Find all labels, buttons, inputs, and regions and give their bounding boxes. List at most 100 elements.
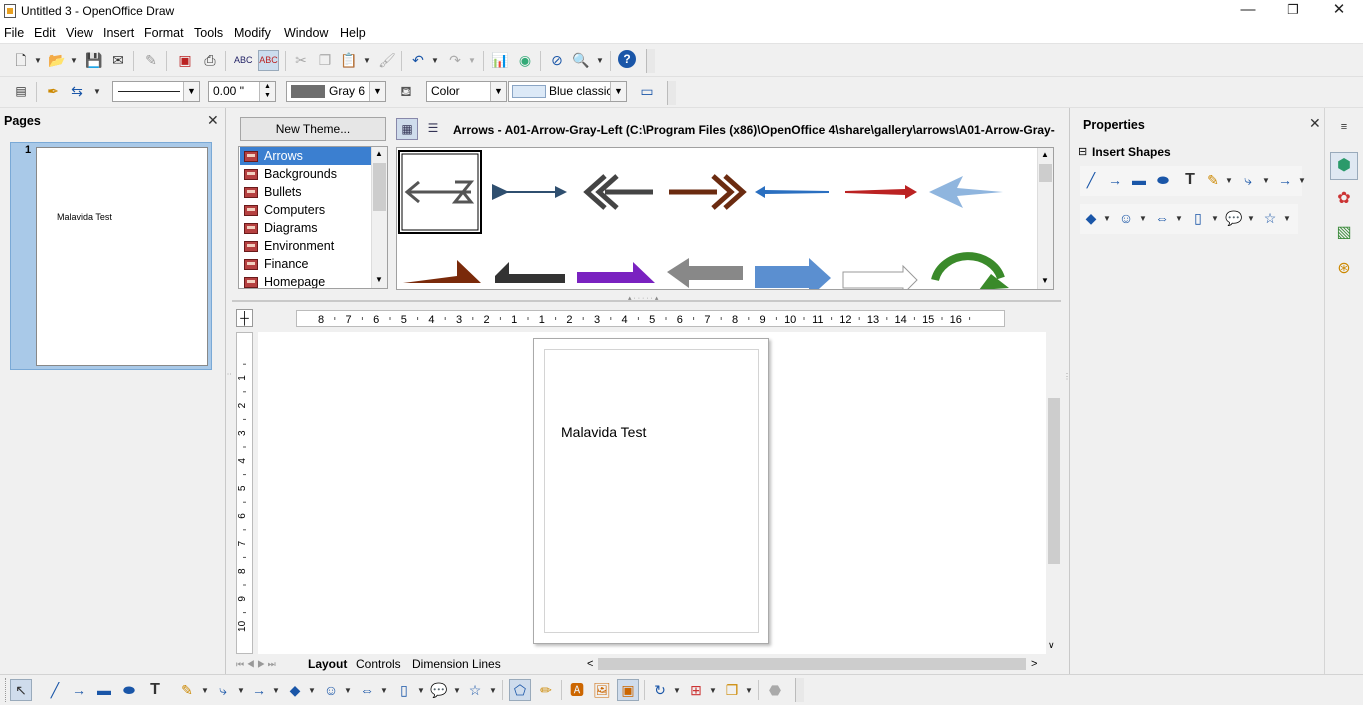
select-tool-icon[interactable]: ↖: [10, 679, 32, 701]
shadow-icon[interactable]: ▭: [638, 82, 656, 100]
new-theme-button[interactable]: New Theme...: [240, 117, 386, 141]
menu-modify[interactable]: Modify: [234, 26, 271, 40]
horizontal-ruler[interactable]: 8 7 6 5 4 3 2 1 1 2 3 4 5 6 7 8 9 10 11 12 13 14 15 16: [296, 310, 1005, 327]
vertical-ruler[interactable]: 1 2 3 4 5 6 7 8 9 10: [236, 332, 253, 654]
scroll-thumb[interactable]: [1048, 398, 1060, 564]
theme-item-homepage[interactable]: Homepage: [240, 273, 372, 288]
save-icon[interactable]: 💾: [85, 51, 103, 69]
curve-dropdown-icon[interactable]: ▼: [201, 686, 209, 695]
scroll-left-icon[interactable]: <: [587, 656, 593, 672]
arrow-style-icon[interactable]: ⇆: [68, 82, 86, 100]
tab-layout[interactable]: Layout: [308, 656, 347, 672]
tab-dimension-lines[interactable]: Dimension Lines: [412, 656, 501, 672]
rotate-dropdown-icon[interactable]: ▼: [673, 686, 681, 695]
gallery-deck-icon[interactable]: ▧: [1335, 224, 1353, 242]
print-icon[interactable]: ⎙: [201, 51, 219, 69]
toolbar-grip[interactable]: [646, 49, 655, 73]
flowchart-icon[interactable]: ▯: [1189, 209, 1207, 227]
callouts-icon[interactable]: 💬: [1225, 209, 1243, 227]
new-document-icon[interactable]: 🗋: [12, 51, 30, 69]
toolbar-grip[interactable]: [667, 81, 676, 105]
autospellcheck-icon[interactable]: ABC: [258, 50, 279, 71]
menu-format[interactable]: Format: [144, 26, 184, 40]
arrange-icon[interactable]: ❐: [723, 681, 741, 699]
close-icon[interactable]: ✕: [1309, 115, 1321, 132]
points-icon[interactable]: ⬠: [509, 679, 531, 701]
extrusion-icon[interactable]: ▣: [617, 679, 639, 701]
styles-deck-icon[interactable]: ✿: [1335, 190, 1353, 208]
zoom-icon[interactable]: 🔍: [572, 51, 590, 69]
preview-scrollbar[interactable]: ▲ ▼: [1037, 148, 1053, 289]
zoom-dropdown-icon[interactable]: ▼: [596, 56, 604, 65]
basic-shapes-icon[interactable]: ◆: [1082, 209, 1100, 227]
symbol-shapes-dropdown-icon[interactable]: ▼: [344, 686, 352, 695]
collapse-icon[interactable]: ⊟: [1078, 145, 1087, 158]
navigator-icon[interactable]: ◉: [516, 51, 534, 69]
styles-icon[interactable]: ▤: [12, 82, 30, 100]
open-dropdown-icon[interactable]: ▼: [70, 56, 78, 65]
chart-icon[interactable]: 📊: [491, 51, 509, 69]
icon-view-icon[interactable]: ▦: [396, 118, 418, 140]
extrusion-onoff-icon[interactable]: ⬣: [766, 681, 784, 699]
glue-points-icon[interactable]: ✏: [537, 681, 555, 699]
properties-deck-icon[interactable]: ⬢: [1330, 152, 1358, 180]
menu-insert[interactable]: Insert: [103, 26, 134, 40]
connector-dropdown-icon[interactable]: ▼: [237, 686, 245, 695]
spin-icon[interactable]: ▲ ▼: [259, 82, 275, 101]
align-icon[interactable]: ⊞: [687, 681, 705, 699]
ellipse-tool-icon[interactable]: ⬬: [1154, 171, 1172, 189]
block-arrows-icon[interactable]: ⇔: [358, 681, 376, 699]
area-fill-combo[interactable]: Blue classic ▼: [508, 81, 627, 102]
sidebar-menu-icon[interactable]: ≡: [1335, 118, 1353, 136]
undo-dropdown-icon[interactable]: ▼: [431, 56, 439, 65]
chevron-down-icon[interactable]: ▼: [183, 82, 199, 101]
theme-item-computers[interactable]: Computers: [240, 201, 372, 219]
curve-tool-icon[interactable]: ✎: [178, 681, 196, 699]
arrows-dropdown-icon[interactable]: ▼: [272, 686, 280, 695]
rectangle-tool-icon[interactable]: ▬: [1130, 171, 1148, 189]
flowchart-dropdown-icon[interactable]: ▼: [1211, 214, 1219, 223]
scroll-down-icon[interactable]: ∨: [1048, 640, 1055, 651]
edit-file-icon[interactable]: ✎: [142, 51, 160, 69]
block-arrows-dropdown-icon[interactable]: ▼: [1175, 214, 1183, 223]
text-tool-icon[interactable]: T: [146, 681, 164, 699]
close-icon[interactable]: ✕: [207, 112, 219, 129]
line-width-field[interactable]: 0.00 " ▲ ▼: [208, 81, 276, 102]
redo-dropdown-icon[interactable]: ▼: [468, 56, 476, 65]
help-icon[interactable]: ?: [618, 50, 636, 68]
page-thumbnail-1[interactable]: 1 Malavida Test: [10, 142, 212, 370]
drawing-canvas[interactable]: Malavida Test: [258, 332, 1046, 654]
basic-shapes-icon[interactable]: ◆: [286, 681, 304, 699]
callouts-dropdown-icon[interactable]: ▼: [453, 686, 461, 695]
symbol-shapes-icon[interactable]: ☺: [322, 681, 340, 699]
canvas-horizontal-scrollbar[interactable]: [598, 658, 1026, 670]
paste-icon[interactable]: 📋: [340, 51, 358, 69]
connector-tool-icon[interactable]: ⤷: [1239, 171, 1257, 189]
theme-item-environment[interactable]: Environment: [240, 237, 372, 255]
email-icon[interactable]: ✉: [109, 51, 127, 69]
text-box[interactable]: Malavida Test: [561, 424, 646, 440]
ellipse-tool-icon[interactable]: ⬬: [120, 681, 138, 699]
line-arrow-tool-icon[interactable]: →: [70, 681, 88, 699]
close-button[interactable]: ✕: [1316, 0, 1362, 22]
tab-controls[interactable]: Controls: [356, 656, 401, 672]
menu-edit[interactable]: Edit: [34, 26, 56, 40]
arrows-tool-icon[interactable]: →: [1276, 171, 1294, 189]
arrows-tool-icon[interactable]: →: [250, 681, 268, 699]
chevron-down-icon[interactable]: ▼: [369, 82, 385, 101]
rectangle-tool-icon[interactable]: ▬: [95, 681, 113, 699]
stars-icon[interactable]: ☆: [1261, 209, 1279, 227]
canvas-vertical-scrollbar[interactable]: ∨: [1046, 332, 1060, 654]
copy-icon[interactable]: ❐: [316, 51, 334, 69]
draw-functions-icon[interactable]: ⊘: [548, 51, 566, 69]
minimize-button[interactable]: —: [1225, 0, 1271, 22]
arrow-style-dropdown-icon[interactable]: ▼: [93, 87, 101, 96]
detailed-view-icon[interactable]: ☰: [422, 118, 444, 140]
symbol-shapes-dropdown-icon[interactable]: ▼: [1139, 214, 1147, 223]
theme-item-arrows[interactable]: Arrows: [240, 147, 372, 165]
area-style-combo[interactable]: Color ▼: [426, 81, 507, 102]
block-arrows-dropdown-icon[interactable]: ▼: [380, 686, 388, 695]
area-icon[interactable]: ⛾: [397, 82, 415, 100]
theme-item-diagrams[interactable]: Diagrams: [240, 219, 372, 237]
maximize-button[interactable]: ❐: [1270, 0, 1316, 22]
